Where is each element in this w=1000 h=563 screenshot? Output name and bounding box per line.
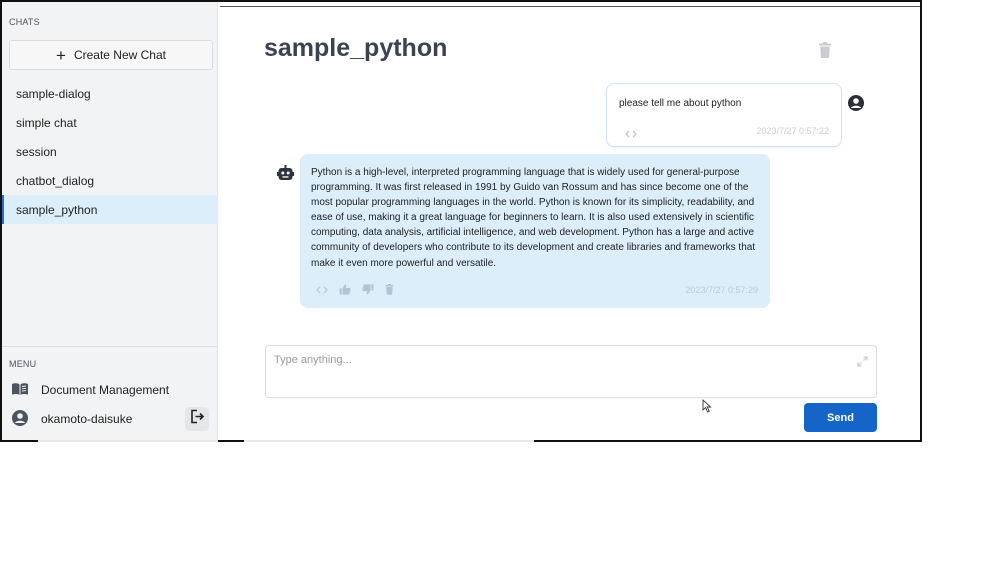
- thumbs-down-icon[interactable]: [362, 284, 374, 295]
- message-input-box: [265, 345, 877, 398]
- code-icon[interactable]: [316, 286, 328, 294]
- menu-section-label: MENU: [9, 359, 37, 369]
- logout-button[interactable]: [185, 407, 209, 431]
- create-new-chat-label: Create New Chat: [73, 48, 166, 62]
- assistant-message-timestamp: 2023/7/27 0:57:29: [685, 285, 758, 295]
- code-icon[interactable]: [625, 125, 637, 143]
- chat-item-chatbot-dialog[interactable]: chatbot_dialog: [2, 166, 218, 195]
- trash-icon[interactable]: [385, 284, 394, 295]
- logout-icon: [190, 409, 205, 429]
- robot-icon: [277, 165, 294, 186]
- user-message-timestamp: 2023/7/27 0:57:22: [756, 126, 829, 136]
- menu-item-document-management[interactable]: Document Management: [11, 377, 211, 403]
- background-strip: [38, 440, 218, 442]
- message-actions: [316, 284, 394, 295]
- chat-list: sample-dialog simple chat session chatbo…: [2, 79, 218, 224]
- assistant-message-bubble: Python is a high-level, interpreted prog…: [300, 154, 770, 308]
- thumbs-up-icon[interactable]: [339, 284, 351, 295]
- user-circle-icon: [11, 409, 29, 430]
- chat-item-label: chatbot_dialog: [16, 173, 95, 188]
- chat-item-simple-chat[interactable]: simple chat: [2, 108, 218, 137]
- page-title: sample_python: [264, 34, 448, 62]
- assistant-message-text: Python is a high-level, interpreted prog…: [311, 167, 756, 269]
- menu-item-label: Document Management: [41, 383, 170, 397]
- chats-section-label: CHATS: [9, 17, 40, 27]
- book-icon: [11, 382, 29, 399]
- user-avatar-icon: [847, 94, 865, 117]
- create-new-chat-button[interactable]: + Create New Chat: [9, 40, 213, 70]
- top-border-line: [220, 6, 920, 7]
- chat-item-label: session: [16, 144, 57, 159]
- sidebar: CHATS + Create New Chat sample-dialog si…: [2, 2, 218, 440]
- plus-icon: +: [56, 45, 66, 65]
- chat-item-sample-python[interactable]: sample_python: [2, 195, 218, 224]
- user-message-bubble: please tell me about python 2023/7/27 0:…: [606, 83, 842, 147]
- chat-item-label: simple chat: [16, 115, 77, 130]
- send-button[interactable]: Send: [804, 403, 877, 432]
- menu-item-user[interactable]: okamoto-daisuke: [11, 406, 211, 432]
- chat-item-session[interactable]: session: [2, 137, 218, 166]
- mouse-cursor-icon: [702, 398, 712, 418]
- chat-item-label: sample_python: [16, 202, 98, 217]
- sidebar-divider: [2, 346, 218, 347]
- delete-chat-icon[interactable]: [818, 42, 832, 64]
- message-input[interactable]: [274, 354, 844, 390]
- user-message-text: please tell me about python: [619, 98, 742, 109]
- app-window: CHATS + Create New Chat sample-dialog si…: [0, 0, 922, 442]
- menu-item-label: okamoto-daisuke: [41, 412, 133, 426]
- background-strip: [244, 440, 534, 442]
- chat-item-label: sample-dialog: [16, 86, 91, 101]
- chat-item-sample-dialog[interactable]: sample-dialog: [2, 79, 218, 108]
- expand-icon[interactable]: [857, 354, 868, 372]
